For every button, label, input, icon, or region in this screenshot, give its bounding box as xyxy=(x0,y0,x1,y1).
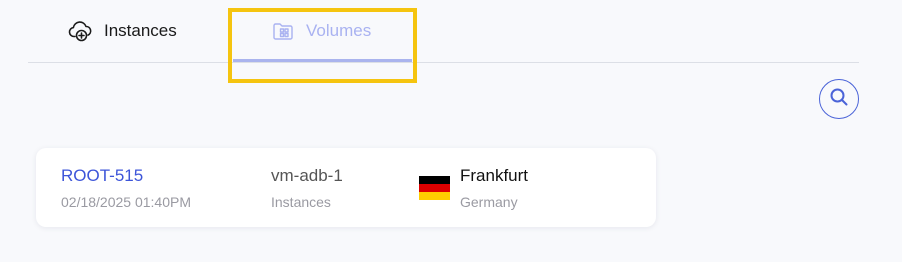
tab-bar: Instances Volumes xyxy=(0,0,902,83)
volume-card[interactable]: ROOT-515 02/18/2025 01:40PM vm-adb-1 Ins… xyxy=(36,148,656,227)
volumes-page: Instances Volumes ROOT-515 02/18/2025 01… xyxy=(0,0,902,262)
folder-grid-icon xyxy=(270,18,296,44)
vm-info: vm-adb-1 Instances xyxy=(271,165,343,212)
location-country: Germany xyxy=(460,194,518,210)
tab-instances[interactable]: Instances xyxy=(68,0,177,62)
location-info: Frankfurt Germany xyxy=(460,165,528,212)
vm-type: Instances xyxy=(271,194,331,210)
location-city: Frankfurt xyxy=(460,166,529,185)
tab-volumes[interactable]: Volumes xyxy=(270,0,371,62)
search-icon xyxy=(829,87,849,112)
volume-created-date: 02/18/2025 01:40PM xyxy=(61,194,191,210)
tab-volumes-label: Volumes xyxy=(306,21,372,40)
volume-info: ROOT-515 02/18/2025 01:40PM xyxy=(61,165,191,212)
active-tab-underline xyxy=(233,59,412,62)
cloud-plus-icon xyxy=(68,18,94,44)
search-button[interactable] xyxy=(819,79,859,119)
volume-name-link[interactable]: ROOT-515 xyxy=(61,165,191,187)
germany-flag-icon xyxy=(419,176,450,200)
tab-instances-label: Instances xyxy=(104,21,177,40)
tabs-divider xyxy=(28,62,859,63)
vm-name: vm-adb-1 xyxy=(271,166,343,185)
